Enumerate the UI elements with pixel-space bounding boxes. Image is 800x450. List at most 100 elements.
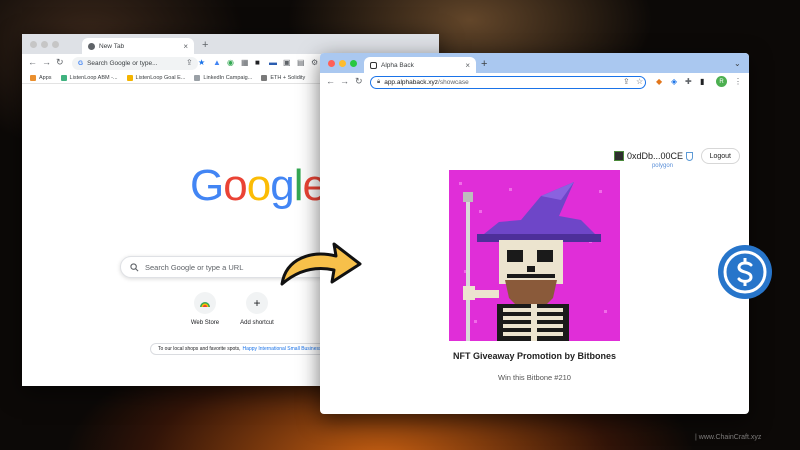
network-label: polygon [651,163,673,169]
search-icon [130,262,139,271]
wallet-address[interactable]: 0xdDb...00CE [627,151,683,161]
shield-icon [686,151,693,161]
right-tab-strip: Alpha Back × + ⌄ [320,53,749,73]
alphaback-favicon-icon [370,61,377,69]
extension-grid-icon[interactable]: ▦ [241,58,249,67]
wallet-address-row: 0xdDb...00CE [613,151,693,161]
share-icon[interactable]: ⇪ [186,58,193,67]
google-logo: Google [190,161,327,211]
bookmark-apps[interactable]: Apps [30,74,52,81]
bookmark-label: ETH + Solidity [270,74,306,81]
shortcut-web-store[interactable]: Web Store [175,292,235,326]
logo-letter: o [246,161,272,210]
left-omnibox[interactable]: G Search Google or type... [72,57,198,70]
watermark: | www.ChainCraft.xyz [695,434,762,441]
tab-search-chevron-icon[interactable]: ⌄ [734,59,741,68]
close-window-button[interactable] [30,41,37,48]
curved-arrow-icon [280,242,362,286]
bookmark-favicon [194,74,201,81]
omnibox-placeholder: Search Google or type... [87,60,158,67]
bookmark-label: ListenLoop ABM -... [69,74,118,81]
bookmark-label: LinkedIn Campaig... [203,74,253,81]
shortcut-label: Add shortcut [240,320,274,326]
bookmark-listenloop-goal[interactable]: ListenLoop Goal E... [126,74,186,81]
logo-letter: o [223,161,248,210]
close-tab-icon[interactable]: × [183,42,188,51]
bookmark-label: Apps [39,74,52,81]
maximize-window-button[interactable] [350,60,357,67]
search-placeholder: Search Google or type a URL [145,262,244,272]
lock-icon: 🔒︎ [377,79,381,85]
close-window-button[interactable] [328,60,335,67]
more-menu-icon[interactable]: ⋮ [734,77,742,86]
left-tab-strip: New Tab × + [22,34,439,54]
reload-icon[interactable]: ↻ [355,76,363,87]
right-toolbar: ← → ↻ 🔒︎ app.alphaback.xyz/showcase ⇪ ☆ … [320,73,749,91]
bookmark-linkedin[interactable]: LinkedIn Campaig... [194,74,253,81]
window-controls [30,41,59,48]
notice-link[interactable]: Happy International Small Business W... [243,346,332,352]
nft-subtitle: Win this Bitbone #210 [498,373,571,382]
extensions-puzzle-icon[interactable]: ✚ [685,77,692,86]
logo-letter: g [270,161,295,210]
chart-favicon [126,74,133,81]
forward-arrow-icon[interactable]: → [340,76,349,86]
doodle-notice: To our local shops and favorite spots, H… [150,343,340,355]
back-arrow-icon[interactable]: ← [326,76,335,86]
bookmark-favicon [60,74,67,81]
google-g-icon: G [78,60,84,67]
tab-new-tab[interactable]: New Tab × [82,38,194,54]
logout-button[interactable]: Logout [700,148,740,164]
chrome-favicon-icon [88,42,95,50]
extension-settings-icon[interactable]: ⚙ [311,58,318,67]
url-path: /showcase [438,79,469,86]
bitbone-skeleton-wizard-image [449,170,620,341]
close-tab-icon[interactable]: × [465,61,470,70]
nft-title: NFT Giveaway Promotion by Bitbones [452,351,617,361]
minimize-window-button[interactable] [339,60,346,67]
maximize-window-button[interactable] [52,41,59,48]
bookmark-listenloop-abm[interactable]: ListenLoop ABM -... [60,74,118,81]
shortcut-label: Web Store [190,320,220,326]
chrome-window-alphaback: Alpha Back × + ⌄ ← → ↻ 🔒︎ app.alphaback.… [320,53,749,414]
bookmark-star-icon[interactable]: ☆ [636,77,643,86]
extension-tag-icon[interactable]: ◈ [671,77,677,86]
shortcut-add[interactable]: + Add shortcut [227,292,287,326]
share-icon[interactable]: ⇪ [623,77,630,86]
extension-l-icon[interactable]: ▣ [283,58,291,67]
bookmark-eth-solidity[interactable]: ETH + Solidity [261,74,306,81]
extension-news-icon[interactable]: ▬ [269,58,277,67]
extension-badge-icon[interactable]: ■ [255,58,260,67]
new-tab-button[interactable]: + [202,39,208,51]
tab-title: New Tab [99,42,125,50]
reload-icon[interactable]: ↻ [56,57,64,68]
logo-letter: G [190,161,224,210]
folder-icon [261,74,268,81]
usdc-coin-icon [718,245,772,299]
metamask-fox-icon[interactable]: ◆ [656,77,662,86]
wallet-avatar-icon [613,151,624,161]
window-controls [328,60,357,67]
bookmark-star-icon[interactable]: ★ [198,58,205,67]
nft-image[interactable] [449,170,620,341]
apps-grid-icon [30,74,36,81]
new-tab-button[interactable]: + [481,58,487,70]
url-text: app.alphaback.xyz/showcase [384,79,469,86]
notice-text: To our local shops and favorite spots, [158,346,241,352]
side-panel-icon[interactable]: ▮ [700,77,704,86]
url-domain: app.alphaback.xyz [384,79,439,86]
plus-icon: + [246,292,268,314]
tab-alpha-back[interactable]: Alpha Back × [364,57,476,73]
alphaback-page: 0xdDb...00CE polygon Logout NFT Giveaway… [320,103,749,414]
web-store-icon [194,292,216,314]
extension-circle-icon[interactable]: ◉ [227,58,234,67]
bookmark-label: ListenLoop Goal E... [135,74,186,81]
right-omnibox[interactable]: 🔒︎ app.alphaback.xyz/showcase [370,76,646,89]
forward-arrow-icon[interactable]: → [42,57,51,67]
minimize-window-button[interactable] [41,41,48,48]
back-arrow-icon[interactable]: ← [28,57,37,67]
drive-icon[interactable]: ▲ [213,58,221,67]
extension-doc-icon[interactable]: ▤ [297,58,305,67]
tab-title: Alpha Back [381,61,414,69]
profile-avatar[interactable]: R [716,76,727,87]
